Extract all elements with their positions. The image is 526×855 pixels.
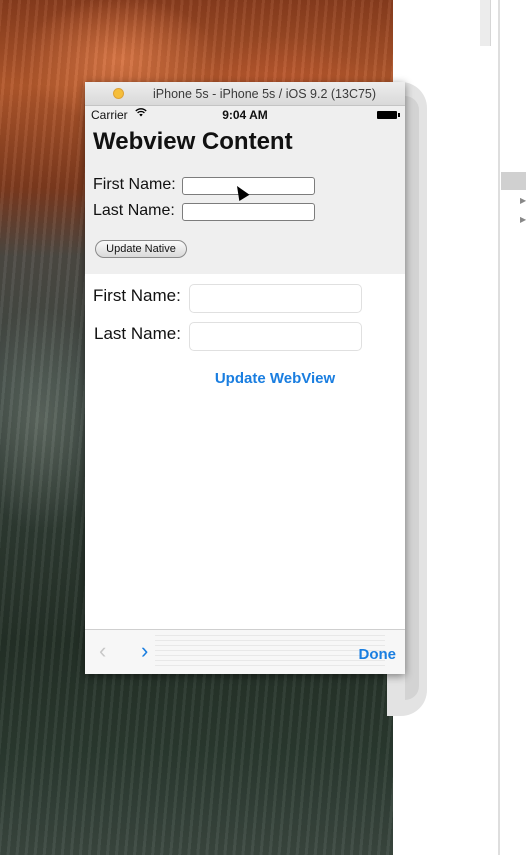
simulator-title: iPhone 5s - iPhone 5s / iOS 9.2 (13C75) [153,87,377,101]
native-last-name-input[interactable] [189,322,362,351]
disclosure-triangle-icon[interactable]: ▶ [520,215,526,224]
update-webview-button[interactable]: Update WebView [85,370,405,387]
back-chevron-icon[interactable]: ‹ [99,638,106,664]
bottom-toolbar: ‹ › Done [85,629,405,674]
device-screen: Carrier 9:04 AM Webview Content First Na… [85,106,405,674]
device-bezel-inner [405,96,419,700]
webview-heading: Webview Content [93,128,293,155]
editor-scroll-strip [480,0,491,46]
status-time: 9:04 AM [222,108,268,122]
battery-icon [377,111,400,119]
status-bar: Carrier 9:04 AM [85,106,405,124]
simulator-window: iPhone 5s - iPhone 5s / iOS 9.2 (13C75) … [85,82,405,674]
native-first-name-label: First Name: [93,286,181,305]
native-first-name-input[interactable] [189,284,362,313]
editor-divider [498,0,500,855]
webview-last-name-label: Last Name: [93,202,175,219]
forward-chevron-icon[interactable]: › [141,638,148,664]
update-native-button[interactable]: Update Native [95,240,187,258]
editor-highlight-row [501,172,526,190]
native-last-name-label: Last Name: [94,324,181,343]
disclosure-triangle-icon[interactable]: ▶ [520,196,526,205]
webview-last-name-input[interactable] [182,203,315,221]
webview-first-name-label: First Name: [93,176,176,193]
done-button[interactable]: Done [359,646,397,663]
minimize-button[interactable] [113,88,124,99]
webview-area: Webview Content First Name: Last Name: U… [85,124,405,274]
simulator-titlebar[interactable]: iPhone 5s - iPhone 5s / iOS 9.2 (13C75) [85,82,405,106]
